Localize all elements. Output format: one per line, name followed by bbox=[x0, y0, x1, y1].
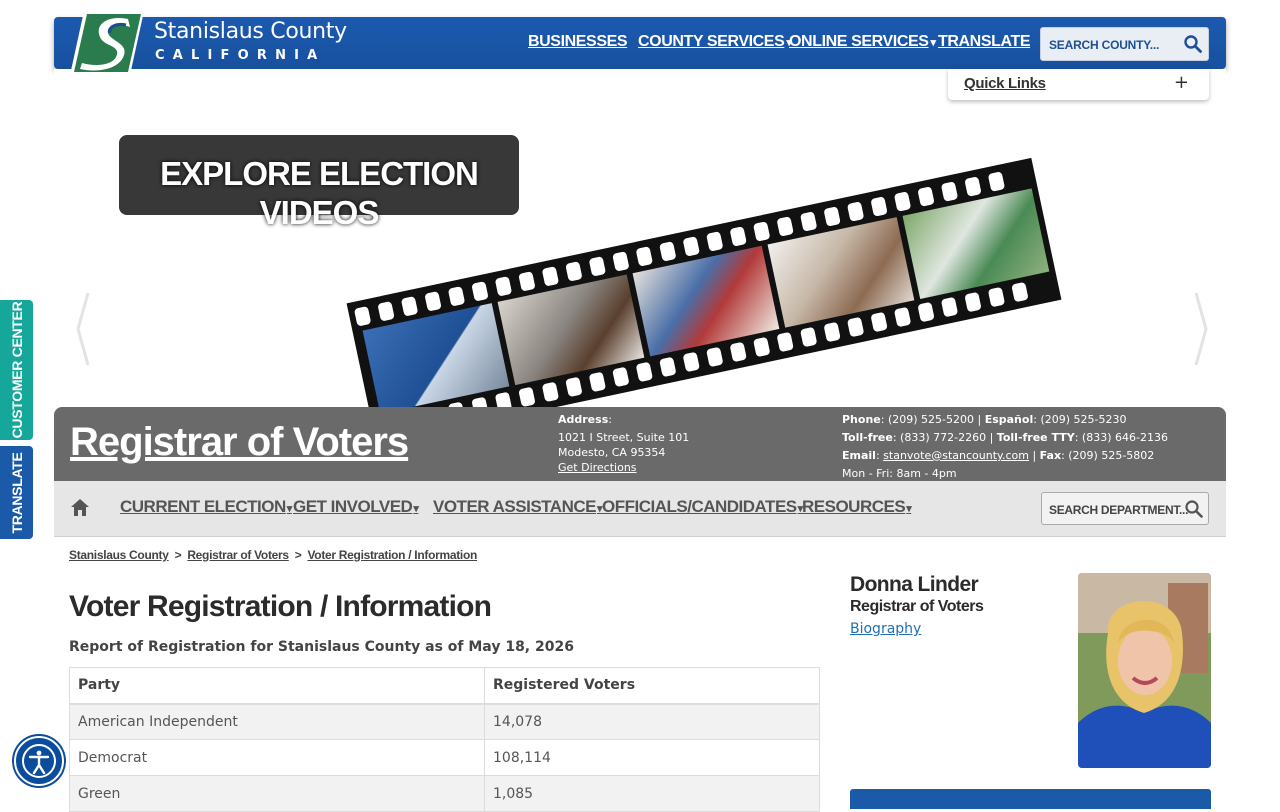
hero-carousel[interactable] bbox=[54, 69, 1226, 407]
accessibility-button[interactable] bbox=[14, 736, 64, 786]
department-contact: Phone: (209) 525-5200 | Español: (209) 5… bbox=[842, 413, 1168, 480]
column-header: Registered Voters bbox=[484, 667, 820, 705]
table-row: Democrat 108,114 bbox=[69, 739, 820, 776]
home-icon[interactable] bbox=[70, 498, 90, 517]
official-portrait bbox=[1078, 573, 1211, 768]
county-logo-icon[interactable] bbox=[70, 11, 144, 75]
party-cell: Green bbox=[69, 775, 485, 812]
logo-subtitle: CALIFORNIA bbox=[155, 48, 326, 63]
sidebar-panel-header bbox=[850, 789, 1211, 809]
voters-cell: 14,078 bbox=[484, 703, 820, 740]
quick-links-toggle[interactable]: Quick Links + bbox=[948, 69, 1209, 100]
department-address: Address: 1021 I Street, Suite 101 Modest… bbox=[558, 413, 690, 474]
nav-businesses[interactable]: BUSINESSES bbox=[528, 33, 628, 51]
department-title[interactable]: Registrar of Voters bbox=[70, 420, 409, 465]
official-title: Registrar of Voters bbox=[850, 598, 984, 615]
accessibility-icon[interactable] bbox=[16, 738, 62, 784]
dept-nav-officials-candidates[interactable]: OFFICIALS/CANDIDATES▾ bbox=[602, 497, 803, 517]
carousel-next-icon[interactable] bbox=[1190, 289, 1210, 369]
get-directions-link[interactable]: Get Directions bbox=[558, 461, 637, 474]
hero-caption[interactable]: EXPLORE ELECTION VIDEOS bbox=[119, 135, 519, 231]
translate-tab-label[interactable]: TRANSLATE bbox=[9, 452, 25, 533]
carousel-prev-icon[interactable] bbox=[74, 289, 94, 369]
translate-tab[interactable]: TRANSLATE bbox=[0, 446, 33, 539]
party-cell: American Independent bbox=[69, 703, 485, 740]
nav-online-services[interactable]: ONLINE SERVICES ▾ bbox=[789, 33, 936, 51]
dept-nav-current-election[interactable]: CURRENT ELECTION▾ bbox=[120, 497, 292, 517]
report-subtitle: Report of Registration for Stanislaus Co… bbox=[69, 639, 574, 655]
voters-cell: 1,085 bbox=[484, 775, 820, 812]
nav-translate[interactable]: TRANSLATE bbox=[938, 33, 1031, 51]
chevron-down-icon: ▾ bbox=[930, 37, 937, 49]
breadcrumb: Stanislaus County > Registrar of Voters > Vo… bbox=[69, 548, 478, 562]
dept-nav-voter-assistance[interactable]: VOTER ASSISTANCE▾ bbox=[433, 497, 603, 517]
page-title: Voter Registration / Information bbox=[69, 590, 492, 623]
county-search-input[interactable]: SEARCH COUNTY... bbox=[1040, 27, 1209, 61]
dept-nav-get-involved[interactable]: GET INVOLVED▾ bbox=[293, 497, 419, 517]
dept-nav-resources[interactable]: RESOURCES▾ bbox=[802, 497, 912, 517]
breadcrumb-link[interactable]: Registrar of Voters bbox=[187, 548, 289, 562]
customer-center-label[interactable]: CUSTOMER CENTER bbox=[9, 302, 25, 439]
search-icon[interactable] bbox=[1185, 500, 1203, 518]
biography-link[interactable]: Biography bbox=[850, 621, 921, 637]
chevron-down-icon: ▾ bbox=[906, 503, 912, 515]
table-row: Green 1,085 bbox=[69, 775, 820, 812]
party-cell: Democrat bbox=[69, 739, 485, 776]
dept-search-placeholder: SEARCH DEPARTMENT... bbox=[1049, 503, 1189, 517]
email-link[interactable]: stanvote@stancounty.com bbox=[883, 449, 1029, 462]
quick-links-label[interactable]: Quick Links bbox=[964, 75, 1046, 92]
chevron-down-icon: ▾ bbox=[286, 503, 293, 515]
logo-name[interactable]: Stanislaus County bbox=[154, 19, 347, 44]
customer-center-tab[interactable]: CUSTOMER CENTER bbox=[0, 300, 33, 440]
registration-table: Party Registered Voters American Indepen… bbox=[69, 667, 820, 812]
column-header: Party bbox=[69, 667, 485, 705]
breadcrumb-link[interactable]: Stanislaus County bbox=[69, 548, 169, 562]
office-hours: Mon - Fri: 8am - 4pm bbox=[842, 467, 957, 480]
department-search-input[interactable]: SEARCH DEPARTMENT... bbox=[1041, 492, 1209, 525]
table-header-row: Party Registered Voters bbox=[69, 667, 820, 705]
official-name: Donna Linder bbox=[850, 573, 979, 596]
hero-caption-text[interactable]: EXPLORE ELECTION VIDEOS bbox=[119, 154, 519, 232]
chevron-down-icon: ▾ bbox=[413, 503, 419, 515]
breadcrumb-current[interactable]: Voter Registration / Information bbox=[307, 548, 477, 562]
search-icon[interactable] bbox=[1184, 35, 1202, 53]
table-row: American Independent 14,078 bbox=[69, 703, 820, 740]
nav-county-services[interactable]: COUNTY SERVICES ▾ bbox=[638, 33, 792, 51]
plus-icon[interactable]: + bbox=[1174, 72, 1189, 93]
search-placeholder: SEARCH COUNTY... bbox=[1049, 38, 1160, 52]
voters-cell: 108,114 bbox=[484, 739, 820, 776]
